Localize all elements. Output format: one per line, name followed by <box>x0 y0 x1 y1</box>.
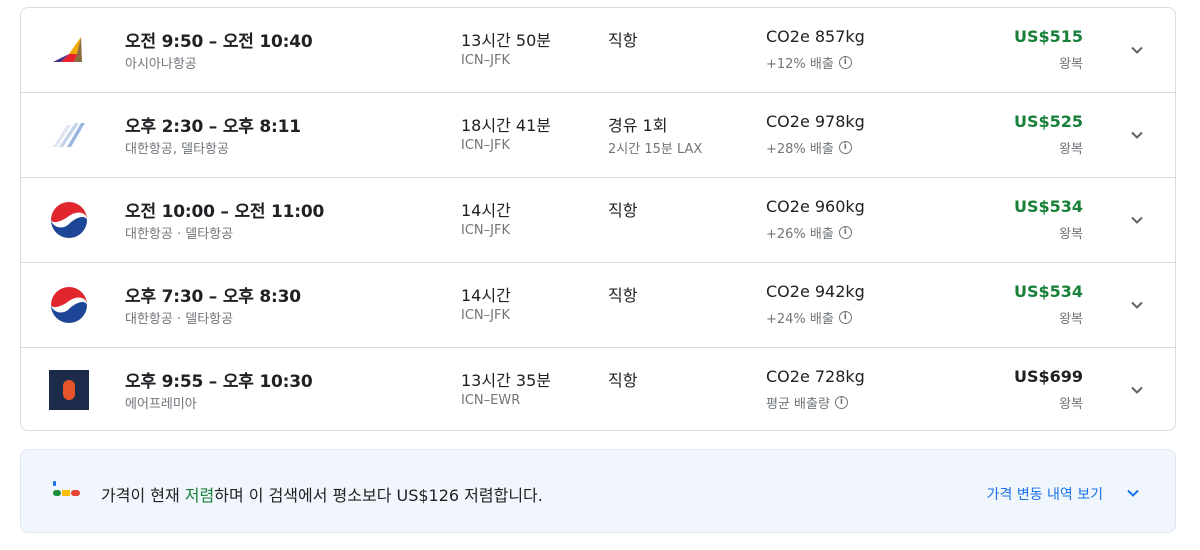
co2-diff-text: +26% 배출 <box>766 227 834 242</box>
trip-type: 왕복 <box>1059 142 1083 157</box>
flight-times: 오후 9:55 – 오후 10:30 <box>125 372 313 392</box>
info-icon[interactable]: i <box>838 141 852 154</box>
flight-duration: 13시간 50분 <box>461 31 551 50</box>
flight-duration: 14시간 <box>461 201 511 220</box>
flight-duration: 14시간 <box>461 286 511 305</box>
flight-route: ICN–JFK <box>461 138 510 153</box>
air-premia-logo-icon <box>47 368 91 412</box>
trip-type: 왕복 <box>1059 312 1083 327</box>
price-insight-banner: 가격이 현재 저렴하며 이 검색에서 평소보다 US$126 저렴합니다. 가격… <box>20 449 1176 533</box>
price-insight-text: 가격이 현재 저렴하며 이 검색에서 평소보다 US$126 저렴합니다. <box>101 482 543 506</box>
flight-price: US$534 <box>1013 197 1083 216</box>
price-level-highlight: 저렴 <box>184 486 215 505</box>
co2-comparison: +12% 배출 i <box>766 53 852 72</box>
co2-comparison: 평균 배출량 i <box>766 393 848 412</box>
flight-times: 오후 7:30 – 오후 8:30 <box>125 287 301 307</box>
chevron-down-icon[interactable] <box>1125 378 1149 402</box>
airline-name: 대한항공 · 델타항공 <box>125 312 234 327</box>
stop-detail: 2시간 15분 LAX <box>608 142 703 157</box>
flight-results-list: 오전 9:50 – 오전 10:40 아시아나항공 13시간 50분 ICN–J… <box>20 7 1176 431</box>
co2-emissions: CO2e 857kg <box>766 27 865 46</box>
korean-air-logo-icon <box>47 198 91 242</box>
flight-stops: 직항 <box>608 371 638 390</box>
co2-diff-text: +12% 배출 <box>766 57 834 72</box>
flight-times: 오전 9:50 – 오전 10:40 <box>125 32 313 52</box>
chevron-down-icon[interactable] <box>1121 481 1145 505</box>
flight-stops: 직항 <box>608 286 638 305</box>
info-icon[interactable]: i <box>838 56 852 69</box>
co2-emissions: CO2e 978kg <box>766 112 865 131</box>
co2-comparison: +26% 배출 i <box>766 223 852 242</box>
airline-name: 대한항공 · 델타항공 <box>125 227 234 242</box>
flight-row[interactable]: 오후 9:55 – 오후 10:30 에어프레미아 13시간 35분 ICN–E… <box>21 348 1175 430</box>
co2-comparison: +28% 배출 i <box>766 138 852 157</box>
chevron-down-icon[interactable] <box>1125 38 1149 62</box>
korean-air-logo-icon <box>47 283 91 327</box>
co2-diff-text: +28% 배출 <box>766 142 834 157</box>
co2-diff-text: 평균 배출량 <box>766 397 830 412</box>
flight-stops: 직항 <box>608 201 638 220</box>
insight-text-after: 하며 이 검색에서 평소보다 US$126 저렴합니다. <box>214 486 543 505</box>
flight-row[interactable]: 오후 2:30 – 오후 8:11 대한항공, 델타항공 18시간 41분 IC… <box>21 93 1175 178</box>
co2-diff-text: +24% 배출 <box>766 312 834 327</box>
co2-emissions: CO2e 960kg <box>766 197 865 216</box>
airline-name: 아시아나항공 <box>125 57 197 72</box>
price-history-link[interactable]: 가격 변동 내역 보기 <box>987 484 1103 504</box>
info-icon[interactable]: i <box>838 311 852 324</box>
flight-price: US$699 <box>1013 367 1083 386</box>
flight-duration: 18시간 41분 <box>461 116 551 135</box>
flight-route: ICN–JFK <box>461 223 510 238</box>
flight-route: ICN–EWR <box>461 393 521 408</box>
chevron-down-icon[interactable] <box>1125 123 1149 147</box>
co2-comparison: +24% 배출 i <box>766 308 852 327</box>
flight-route: ICN–JFK <box>461 308 510 323</box>
flight-row[interactable]: 오전 10:00 – 오전 11:00 대한항공 · 델타항공 14시간 ICN… <box>21 178 1175 263</box>
flight-row[interactable]: 오후 7:30 – 오후 8:30 대한항공 · 델타항공 14시간 ICN–J… <box>21 263 1175 348</box>
co2-emissions: CO2e 728kg <box>766 367 865 386</box>
multi-airline-logo-icon <box>47 113 91 157</box>
flight-row[interactable]: 오전 9:50 – 오전 10:40 아시아나항공 13시간 50분 ICN–J… <box>21 8 1175 93</box>
flight-price: US$525 <box>1013 112 1083 131</box>
airline-name: 에어프레미아 <box>125 397 197 412</box>
price-level-icon <box>51 480 85 500</box>
trip-type: 왕복 <box>1059 57 1083 72</box>
flight-stops: 경유 1회 <box>608 116 668 135</box>
flight-price: US$534 <box>1013 282 1083 301</box>
info-icon[interactable]: i <box>834 396 848 409</box>
co2-emissions: CO2e 942kg <box>766 282 865 301</box>
info-icon[interactable]: i <box>838 226 852 239</box>
chevron-down-icon[interactable] <box>1125 293 1149 317</box>
flight-route: ICN–JFK <box>461 53 510 68</box>
trip-type: 왕복 <box>1059 227 1083 242</box>
flight-price: US$515 <box>1013 27 1083 46</box>
chevron-down-icon[interactable] <box>1125 208 1149 232</box>
trip-type: 왕복 <box>1059 397 1083 412</box>
flight-stops: 직항 <box>608 31 638 50</box>
insight-text-before: 가격이 현재 <box>101 486 185 505</box>
flight-duration: 13시간 35분 <box>461 371 551 390</box>
flight-times: 오전 10:00 – 오전 11:00 <box>125 202 325 222</box>
flight-times: 오후 2:30 – 오후 8:11 <box>125 117 301 137</box>
asiana-logo-icon <box>47 28 91 72</box>
airline-name: 대한항공, 델타항공 <box>125 142 229 157</box>
